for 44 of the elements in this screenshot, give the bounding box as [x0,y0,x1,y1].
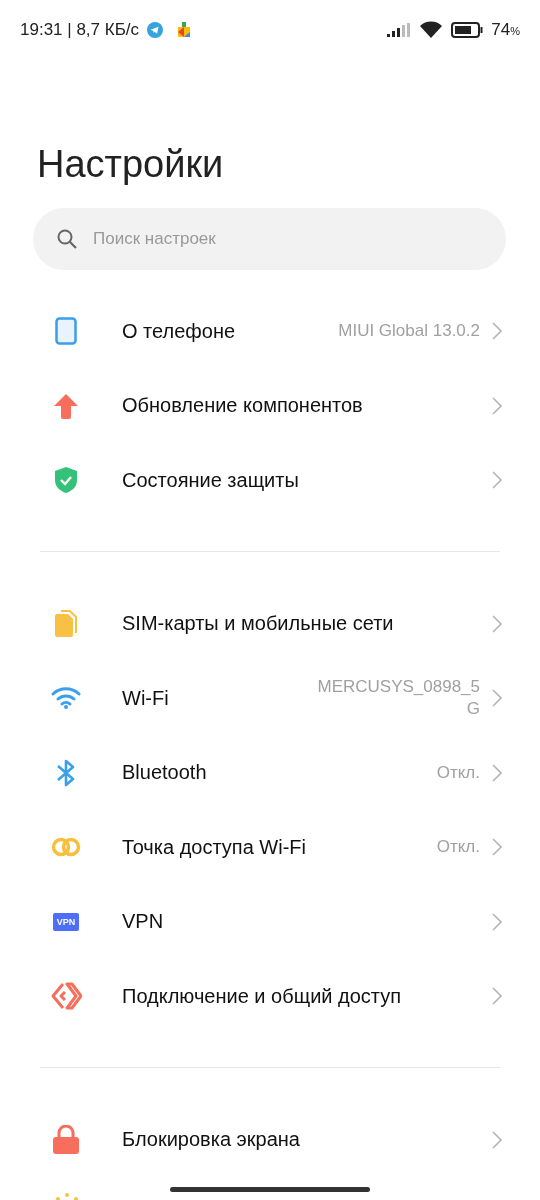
settings-item[interactable]: Wi-Fi MERCUSYS_0898_5G [0,661,540,736]
share-icon [50,980,82,1013]
paper-plane-icon [147,22,164,38]
settings-item[interactable]: Подключение и общий доступ [0,959,540,1034]
search-icon [57,229,77,249]
chevron-icon [492,912,502,931]
chevron-icon [492,838,502,857]
item-value: Откл. [436,761,480,784]
settings-item[interactable]: Bluetooth Откл. [0,735,540,810]
phone-icon [55,317,77,346]
chevron-icon [492,471,502,490]
chevron-icon [492,322,502,341]
shield-check-icon [54,466,78,495]
page-title: Настройки [37,142,225,186]
settings-item[interactable]: VPN VPN [0,884,540,959]
sim-cards-icon [53,609,79,638]
battery-icon [451,22,484,38]
settings-item[interactable]: О телефоне MIUI Global 13.0.2 [0,294,540,369]
settings-item[interactable]: Обновление компонентов [0,368,540,443]
search-bar[interactable]: Поиск настроек [33,208,506,270]
signal-icon [387,23,412,37]
item-value: MERCUSYS_0898_5G [316,676,480,721]
vpn-icon: VPN [52,912,80,931]
settings-item[interactable]: Состояние защиты [0,443,540,518]
chevron-icon [492,689,502,708]
chevron-icon [492,396,502,415]
chevron-icon [492,987,502,1006]
settings-item[interactable]: Точка доступа Wi-Fi Откл. [0,810,540,885]
arrow-up-icon [53,392,79,419]
chevron-icon [492,763,502,782]
wifi-icon [419,21,444,39]
item-value: Откл. [436,836,480,859]
status-time: 19:31 | 8,7 КБ/с [20,20,140,40]
settings-item[interactable]: Блокировка экрана [0,1102,540,1177]
settings-item[interactable]: SIM-карты и мобильные сети [0,586,540,661]
item-value: MIUI Global 13.0.2 [338,320,480,343]
wifi-icon [51,686,81,711]
chevron-icon [492,1130,502,1149]
home-indicator[interactable] [170,1187,370,1192]
lock-icon [52,1124,80,1155]
search-field[interactable]: Поиск настроек [91,228,482,250]
chevron-icon [492,614,502,633]
battery-percent: 74% [491,20,520,40]
bluetooth-icon [55,757,77,788]
